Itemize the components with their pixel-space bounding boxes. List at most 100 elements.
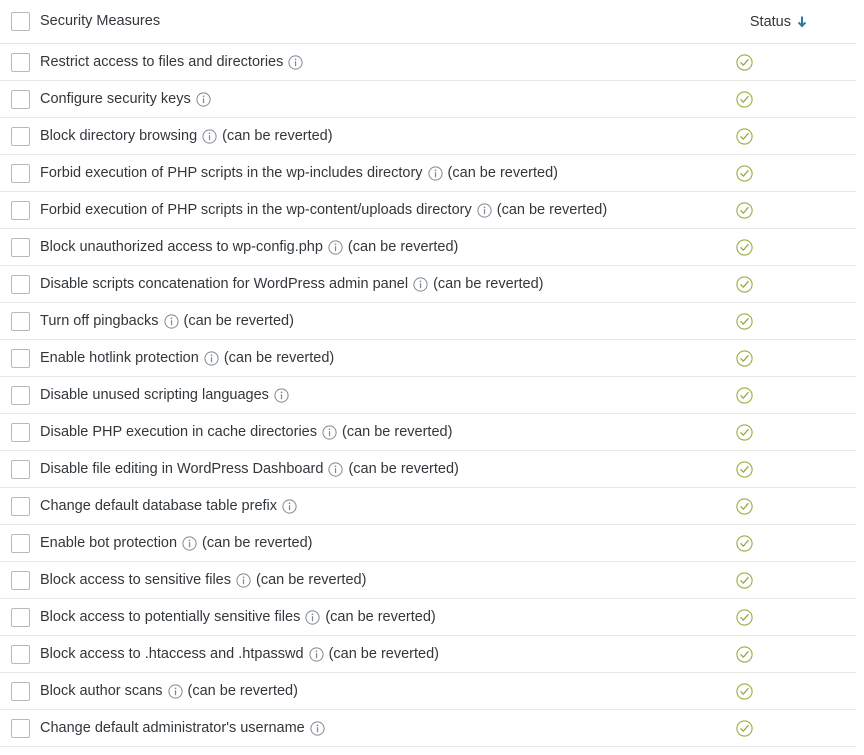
row-label-cell: Enable hotlink protection (can be reverte… bbox=[40, 349, 680, 368]
status-badge bbox=[735, 571, 753, 589]
row-checkbox[interactable] bbox=[11, 274, 30, 294]
row-checkbox[interactable] bbox=[11, 459, 30, 479]
revertable-note: (can be reverted) bbox=[447, 164, 558, 181]
table-row: Block author scans (can be reverted) bbox=[0, 673, 856, 710]
info-circle-icon[interactable] bbox=[328, 461, 344, 477]
row-label-cell: Change default database table prefix bbox=[40, 497, 680, 516]
row-label-cell: Block author scans (can be reverted) bbox=[40, 682, 680, 701]
status-badge bbox=[735, 349, 753, 367]
security-measure-label: Disable PHP execution in cache directori… bbox=[40, 423, 317, 440]
info-circle-icon[interactable] bbox=[308, 646, 324, 662]
info-circle-icon[interactable] bbox=[163, 313, 179, 329]
info-circle-icon[interactable] bbox=[413, 276, 428, 292]
info-circle-icon[interactable] bbox=[204, 350, 219, 366]
row-checkbox-cell bbox=[0, 459, 40, 479]
status-badge bbox=[735, 53, 753, 71]
row-label-cell: Forbid execution of PHP scripts in the w… bbox=[40, 164, 680, 183]
revertable-note: (can be reverted) bbox=[325, 608, 436, 625]
info-circle-icon[interactable] bbox=[427, 165, 443, 181]
status-sort-control[interactable]: Status bbox=[680, 14, 808, 30]
row-checkbox[interactable] bbox=[11, 163, 30, 183]
row-checkbox-cell bbox=[0, 200, 40, 220]
row-checkbox-cell bbox=[0, 681, 40, 701]
row-label-cell: Block access to potentially sensitive fi… bbox=[40, 608, 680, 627]
info-circle-icon[interactable] bbox=[288, 54, 303, 70]
info-circle-icon[interactable] bbox=[282, 498, 297, 514]
header-status-cell: Status bbox=[680, 14, 856, 30]
table-row: Turn off pingbacks (can be reverted) bbox=[0, 303, 856, 340]
status-badge bbox=[735, 497, 753, 515]
row-label-cell: Turn off pingbacks (can be reverted) bbox=[40, 312, 680, 331]
row-checkbox[interactable] bbox=[11, 533, 30, 553]
revertable-note: (can be reverted) bbox=[256, 571, 367, 588]
row-checkbox[interactable] bbox=[11, 348, 30, 368]
column-header-status[interactable]: Status bbox=[750, 14, 791, 30]
row-status-cell bbox=[680, 201, 856, 219]
row-checkbox[interactable] bbox=[11, 126, 30, 146]
row-checkbox[interactable] bbox=[11, 237, 30, 257]
table-row: Block unauthorized access to wp-config.p… bbox=[0, 229, 856, 266]
row-status-cell bbox=[680, 497, 856, 515]
security-measure-label: Disable unused scripting languages bbox=[40, 386, 269, 403]
revertable-note: (can be reverted) bbox=[347, 238, 459, 255]
row-checkbox[interactable] bbox=[11, 570, 30, 590]
row-checkbox[interactable] bbox=[11, 644, 30, 664]
status-badge bbox=[735, 164, 753, 182]
table-row: Block directory browsing (can be reverted… bbox=[0, 118, 856, 155]
table-row: Disable file editing in WordPress Dashbo… bbox=[0, 451, 856, 488]
row-checkbox-cell bbox=[0, 496, 40, 516]
status-badge bbox=[735, 534, 753, 552]
info-circle-icon[interactable] bbox=[202, 128, 217, 144]
info-circle-icon[interactable] bbox=[305, 609, 320, 625]
row-checkbox[interactable] bbox=[11, 200, 30, 220]
row-label-cell: Configure security keys bbox=[40, 90, 680, 109]
row-checkbox-cell bbox=[0, 718, 40, 738]
arrow-down-icon[interactable] bbox=[796, 15, 808, 29]
status-badge bbox=[735, 719, 753, 737]
row-checkbox[interactable] bbox=[11, 496, 30, 516]
header-title-cell: Security Measures bbox=[40, 12, 680, 31]
info-circle-icon[interactable] bbox=[477, 202, 492, 218]
row-checkbox[interactable] bbox=[11, 52, 30, 72]
table-row: Disable scripts concatenation for WordPr… bbox=[0, 266, 856, 303]
select-all-checkbox[interactable] bbox=[11, 12, 30, 31]
info-circle-icon[interactable] bbox=[328, 239, 343, 255]
security-measure-label: Restrict access to files and directories bbox=[40, 53, 284, 70]
status-badge bbox=[735, 90, 753, 108]
row-checkbox-cell bbox=[0, 533, 40, 553]
info-circle-icon[interactable] bbox=[322, 424, 337, 440]
row-checkbox[interactable] bbox=[11, 681, 30, 701]
row-checkbox-cell bbox=[0, 126, 40, 146]
revertable-note: (can be reverted) bbox=[223, 349, 335, 366]
info-circle-icon[interactable] bbox=[274, 387, 289, 403]
status-badge bbox=[735, 312, 753, 330]
status-badge bbox=[735, 645, 753, 663]
info-circle-icon[interactable] bbox=[182, 535, 197, 551]
row-checkbox[interactable] bbox=[11, 607, 30, 627]
info-circle-icon[interactable] bbox=[310, 720, 325, 736]
row-checkbox[interactable] bbox=[11, 718, 30, 738]
row-label-cell: Block unauthorized access to wp-config.p… bbox=[40, 238, 680, 257]
status-badge bbox=[735, 386, 753, 404]
row-checkbox-cell bbox=[0, 644, 40, 664]
row-status-cell bbox=[680, 349, 856, 367]
security-measure-label: Block access to sensitive files bbox=[40, 571, 231, 588]
row-label-cell: Forbid execution of PHP scripts in the w… bbox=[40, 201, 680, 220]
info-circle-icon[interactable] bbox=[196, 91, 211, 107]
row-checkbox[interactable] bbox=[11, 385, 30, 405]
info-circle-icon[interactable] bbox=[236, 572, 251, 588]
security-measure-label: Disable scripts concatenation for WordPr… bbox=[40, 275, 409, 292]
row-checkbox[interactable] bbox=[11, 422, 30, 442]
security-measure-label: Block access to .htaccess and .htpasswd bbox=[40, 645, 304, 662]
row-checkbox[interactable] bbox=[11, 311, 30, 331]
row-status-cell bbox=[680, 164, 856, 182]
header-checkbox-cell bbox=[0, 12, 40, 31]
row-checkbox[interactable] bbox=[11, 89, 30, 109]
row-status-cell bbox=[680, 571, 856, 589]
table-row: Disable unused scripting languages bbox=[0, 377, 856, 414]
status-badge bbox=[735, 423, 753, 441]
revertable-note: (can be reverted) bbox=[187, 682, 298, 699]
row-status-cell bbox=[680, 423, 856, 441]
info-circle-icon[interactable] bbox=[167, 683, 183, 699]
revertable-note: (can be reverted) bbox=[222, 127, 333, 144]
